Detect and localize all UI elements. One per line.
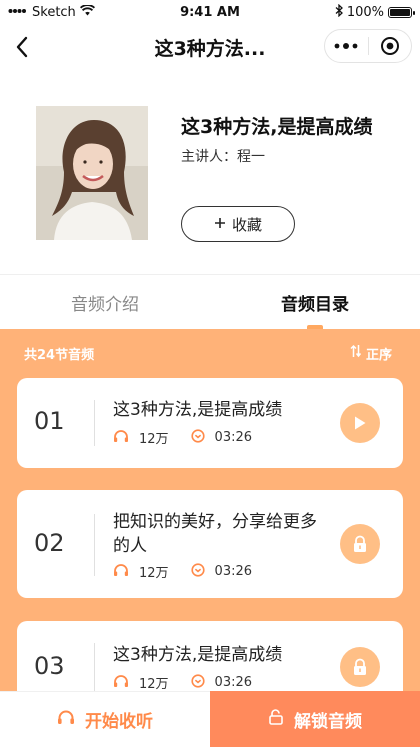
status-left: Sketch — [8, 3, 95, 20]
headphones-icon — [113, 429, 129, 447]
track-meta: 12万 03:26 — [113, 428, 252, 447]
course-cover-image — [36, 106, 148, 240]
sort-icon — [350, 344, 362, 362]
track-number: 03 — [34, 652, 65, 680]
status-bar: Sketch 9:41 AM 100% — [0, 0, 420, 24]
play-count: 12万 — [113, 428, 169, 447]
audio-list: 共24节音频 正序 01 这3种方法,是提高成绩 12万 03:26 02 把知… — [0, 329, 420, 691]
headphones-icon — [113, 674, 129, 692]
play-count-value: 12万 — [139, 677, 169, 691]
play-count: 12万 — [113, 562, 169, 581]
page-title: 这3种方法... — [154, 37, 266, 60]
wifi-icon — [79, 3, 95, 20]
lock-button[interactable] — [340, 647, 380, 687]
track-number: 02 — [34, 529, 65, 557]
audio-count: 共24节音频 — [24, 347, 95, 363]
track-number: 01 — [34, 407, 65, 435]
favorite-label: 收藏 — [231, 215, 262, 234]
signal-icon — [8, 5, 28, 20]
headphones-icon — [113, 563, 129, 581]
back-arrow-icon — [16, 36, 28, 58]
close-miniprogram-button[interactable] — [369, 30, 412, 62]
play-count-value: 12万 — [139, 432, 169, 447]
clock-icon — [190, 428, 205, 447]
more-icon — [334, 43, 358, 49]
status-right: 100% — [335, 3, 415, 21]
play-icon — [355, 416, 366, 430]
tab-bar: 音频介绍 音频目录 — [0, 275, 420, 329]
track-title: 这3种方法,是提高成绩 — [113, 400, 283, 420]
clock-icon — [190, 673, 205, 692]
lock-button[interactable] — [340, 524, 380, 564]
track-item[interactable]: 03 这3种方法,是提高成绩 12万 03:26 — [17, 621, 403, 691]
nav-bar: 这3种方法... — [0, 24, 420, 70]
start-listening-button[interactable]: 开始收听 — [0, 691, 210, 747]
lecturer-name: 主讲人：程一 — [181, 149, 265, 165]
tab-audio-intro[interactable]: 音频介绍 — [0, 275, 210, 329]
sort-toggle[interactable]: 正序 — [350, 344, 392, 363]
play-button[interactable] — [340, 403, 380, 443]
lecturer-portrait — [36, 106, 148, 240]
track-meta: 12万 03:26 — [113, 562, 252, 581]
track-item[interactable]: 02 把知识的美好，分享给更多的人 12万 03:26 — [17, 490, 403, 598]
clock-icon — [190, 562, 205, 581]
track-title: 这3种方法,是提高成绩 — [113, 645, 283, 665]
unlock-icon — [268, 708, 284, 730]
battery-fill — [390, 8, 410, 16]
track-meta: 12万 03:26 — [113, 673, 252, 691]
plus-icon — [214, 215, 226, 233]
track-title: 把知识的美好，分享给更多的人 — [113, 512, 317, 556]
track-separator — [94, 514, 95, 576]
battery-icon — [388, 6, 415, 18]
duration: 03:26 — [190, 428, 253, 447]
target-icon — [380, 37, 399, 55]
track-separator — [94, 400, 95, 446]
more-button[interactable] — [325, 30, 368, 62]
battery-percent: 100% — [346, 4, 384, 20]
miniprogram-capsule — [324, 29, 412, 63]
headphones-icon — [57, 709, 75, 730]
start-listening-label: 开始收听 — [85, 712, 153, 732]
play-count: 12万 — [113, 673, 169, 691]
bluetooth-icon — [335, 3, 343, 21]
unlock-audio-button[interactable]: 解锁音频 — [210, 691, 420, 747]
duration: 03:26 — [190, 562, 253, 581]
sort-label: 正序 — [365, 347, 392, 363]
duration-value: 03:26 — [214, 564, 253, 579]
play-count-value: 12万 — [139, 566, 169, 581]
favorite-button[interactable]: 收藏 — [181, 206, 295, 242]
lock-icon — [354, 658, 366, 675]
list-header: 共24节音频 正序 — [0, 329, 420, 377]
unlock-audio-label: 解锁音频 — [294, 711, 362, 732]
course-title: 这3种方法,是提高成绩 — [181, 116, 373, 138]
duration: 03:26 — [190, 673, 253, 692]
duration-value: 03:26 — [214, 675, 253, 690]
track-item[interactable]: 01 这3种方法,是提高成绩 12万 03:26 — [17, 378, 403, 468]
back-button[interactable] — [8, 32, 36, 62]
track-separator — [94, 643, 95, 691]
carrier-label: Sketch — [32, 4, 76, 20]
bottom-action-bar: 开始收听 解锁音频 — [0, 691, 420, 747]
tab-audio-catalog[interactable]: 音频目录 — [210, 275, 420, 329]
duration-value: 03:26 — [214, 430, 253, 445]
lock-icon — [354, 535, 366, 552]
